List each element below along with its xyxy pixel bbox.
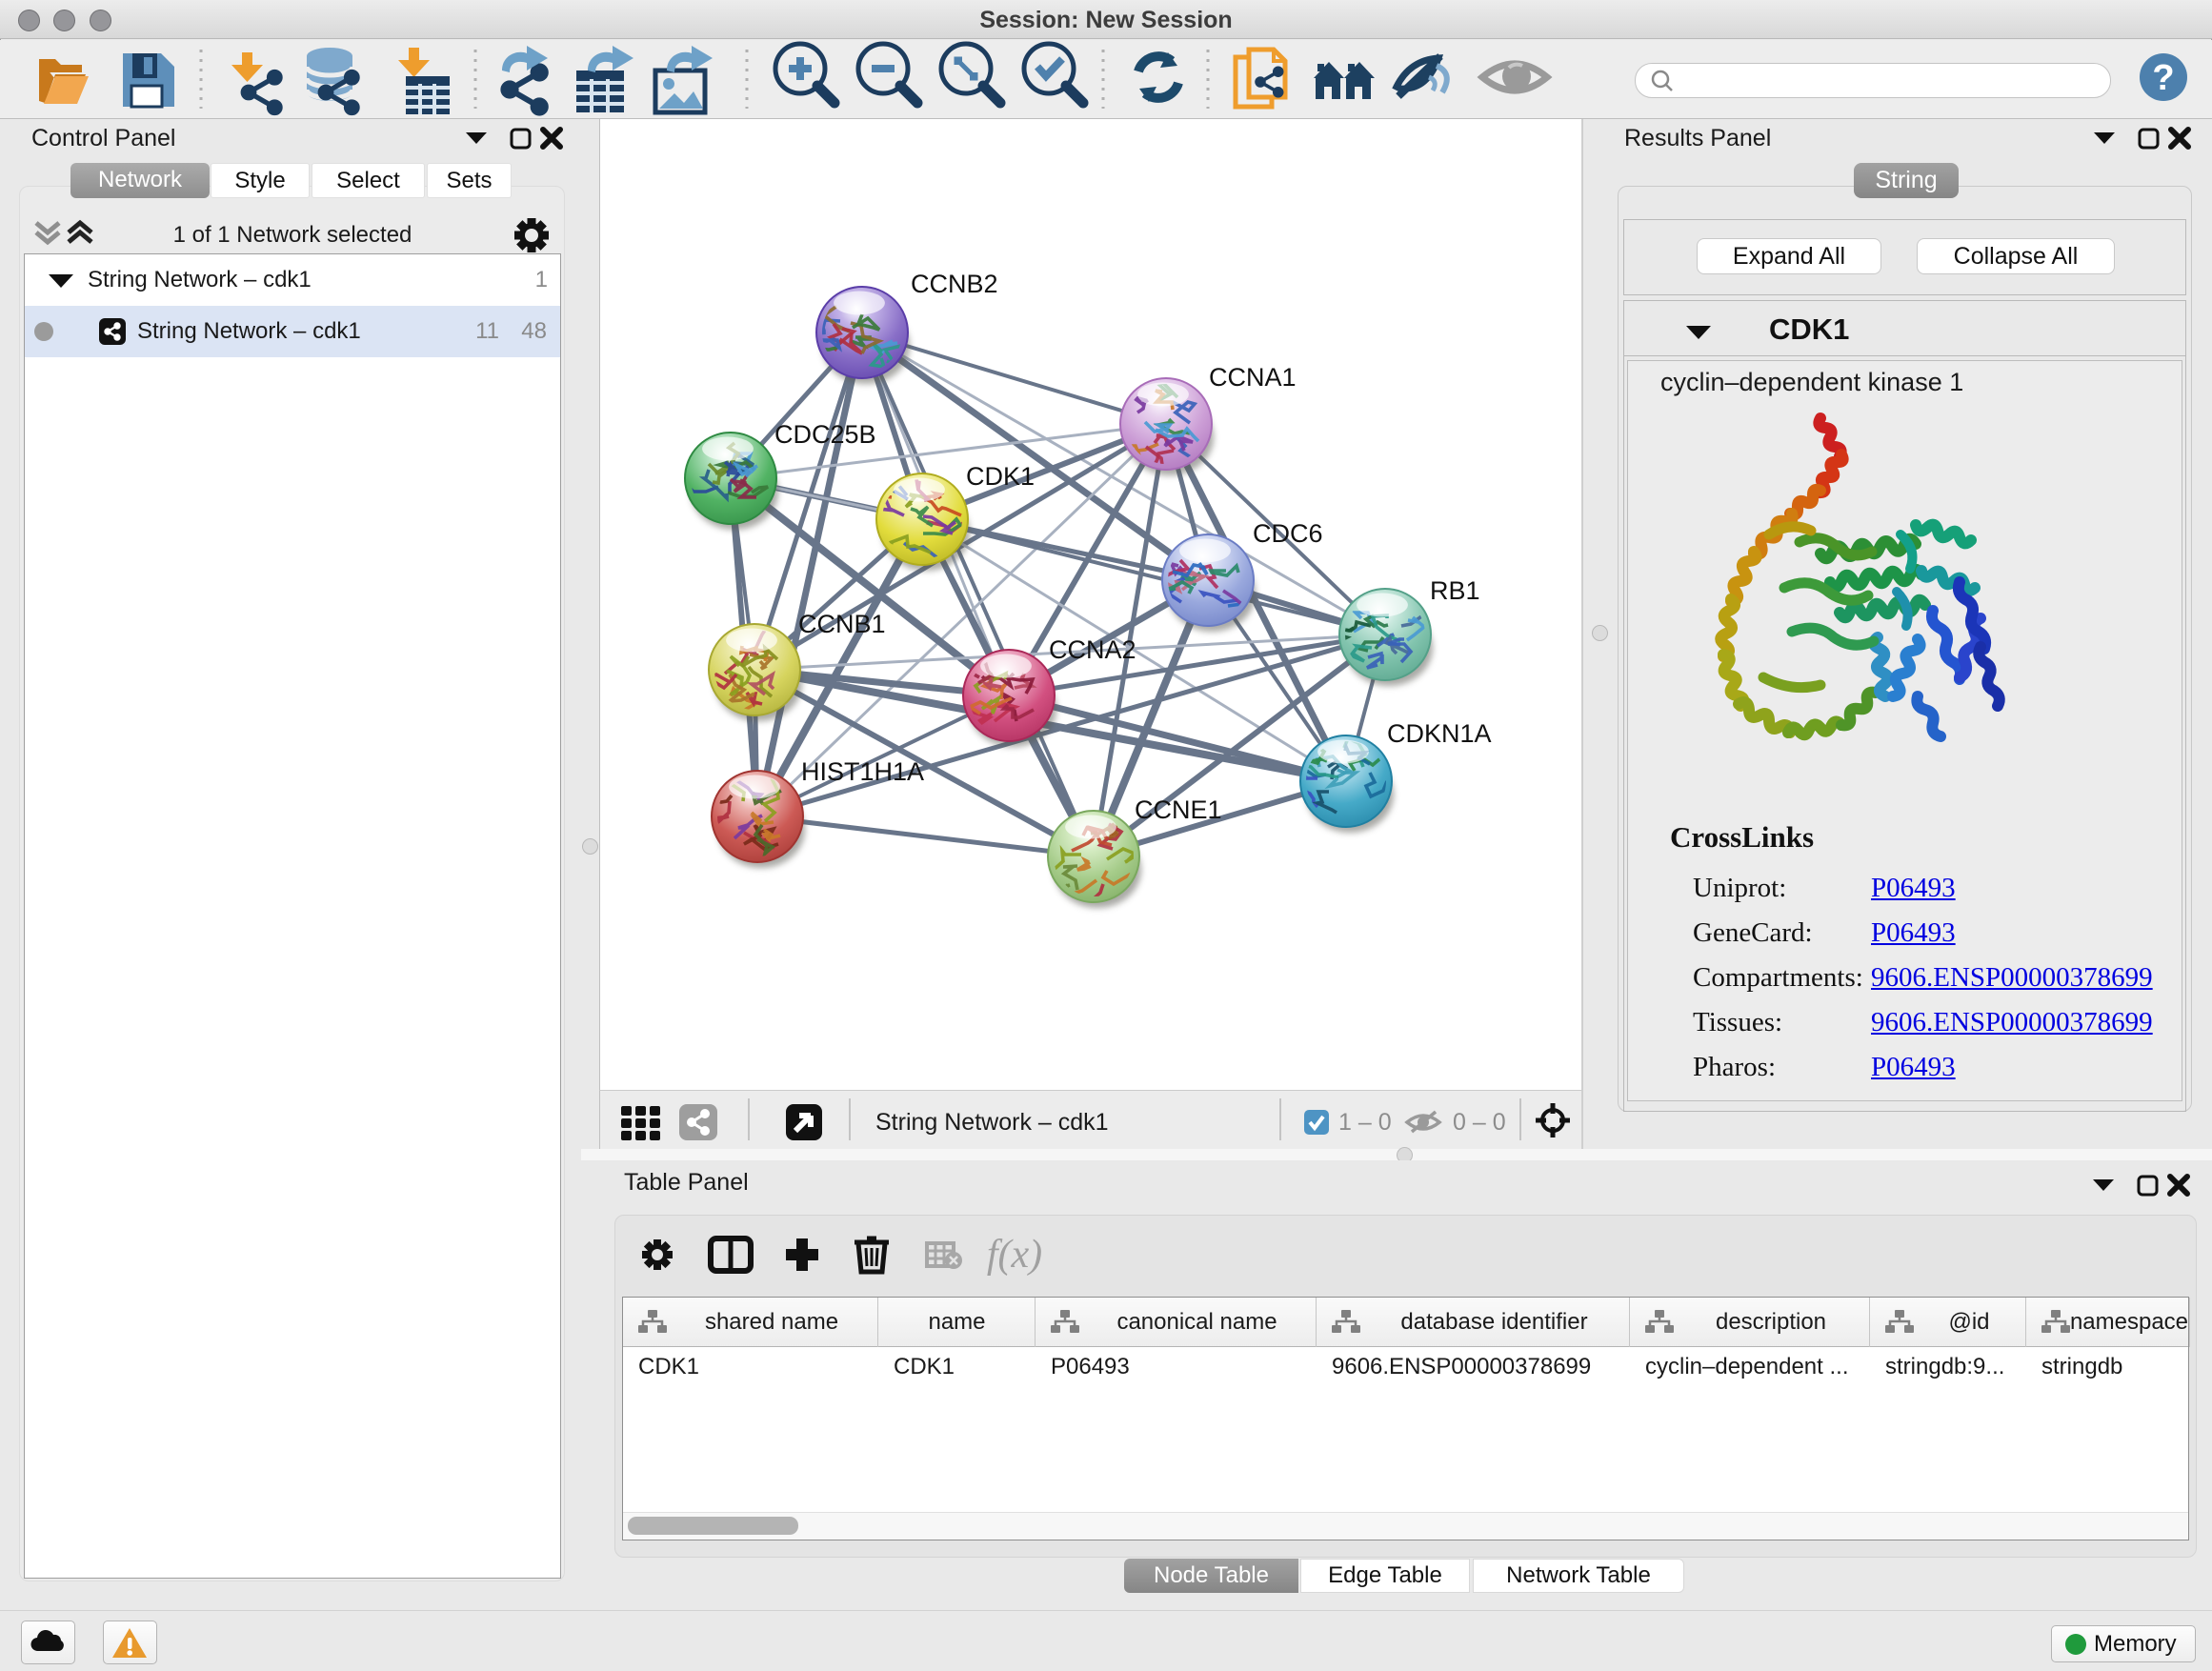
svg-text:CDC25B: CDC25B <box>774 420 876 449</box>
svg-text:CDKN1A: CDKN1A <box>1387 719 1492 748</box>
svg-text:0 – 0: 0 – 0 <box>1453 1109 1506 1136</box>
svg-text:CCNE1: CCNE1 <box>1135 795 1222 824</box>
svg-text:HIST1H1A: HIST1H1A <box>801 757 924 786</box>
svg-text:?: ? <box>2152 58 2174 98</box>
svg-text:CDC6: CDC6 <box>1253 519 1323 548</box>
svg-text:CCNB1: CCNB1 <box>798 610 886 638</box>
svg-text:String Network – cdk1: String Network – cdk1 <box>875 1109 1109 1136</box>
svg-text:CDK1: CDK1 <box>966 462 1035 491</box>
svg-text:CCNB2: CCNB2 <box>911 270 998 298</box>
svg-text:CCNA1: CCNA1 <box>1209 363 1297 392</box>
svg-text:RB1: RB1 <box>1430 576 1480 605</box>
svg-text:CCNA2: CCNA2 <box>1049 635 1136 664</box>
svg-text:f(x): f(x) <box>987 1233 1042 1277</box>
svg-text:1 – 0: 1 – 0 <box>1338 1109 1392 1136</box>
